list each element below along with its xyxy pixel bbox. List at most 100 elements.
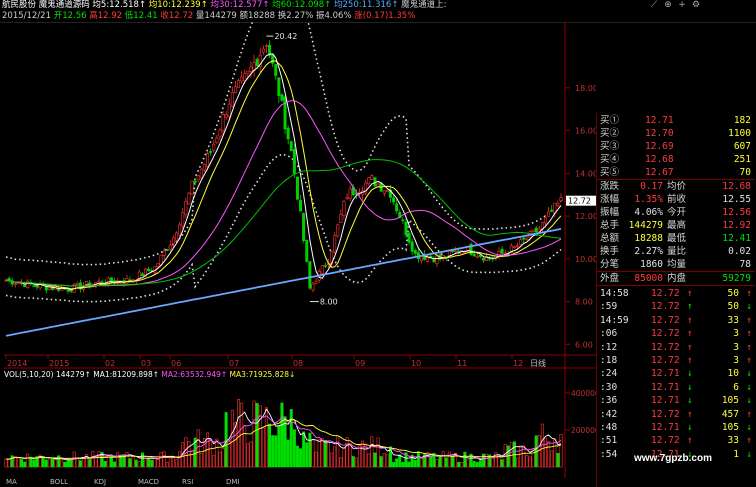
tick-row: :24 12.71 ↓ 10 ↓ (597, 367, 755, 380)
volume-bar (178, 451, 182, 468)
bid-price: 12.68 (645, 154, 674, 165)
tick-price: 12.72 (651, 408, 680, 420)
zoom-tool-icon[interactable]: ⊕ (662, 0, 674, 10)
tick-volume: 3 (733, 355, 739, 366)
candle-body (215, 137, 219, 143)
candle-body (209, 151, 213, 153)
candle-body (550, 209, 554, 212)
tick-price: 12.71 (651, 422, 680, 433)
volume-bar (246, 443, 250, 468)
volume-bar (379, 456, 383, 468)
volume-bar (308, 432, 312, 468)
indicator-tab-rsi[interactable]: RSI (182, 478, 193, 487)
stat-label: 前收 (667, 194, 687, 205)
indicator-tab-ma[interactable]: MA (6, 478, 17, 487)
stat-label: 均量 (667, 259, 687, 270)
tick-price: 12.71 (651, 381, 680, 393)
volume-bar (525, 455, 529, 468)
stat-row: 涨跌 0.17 均价 12.68 (597, 180, 755, 193)
volume-bar (382, 452, 386, 468)
volume-bar (125, 452, 129, 468)
x-axis-label: 2015 (49, 359, 69, 368)
x-axis-label: 08 (293, 359, 303, 368)
volume-bar (519, 445, 523, 468)
volume-bar (199, 453, 203, 468)
tick-time: 14:58 (600, 288, 629, 299)
draw-tool-icon[interactable]: ⟋ (648, 0, 660, 10)
volume-bar (543, 437, 547, 468)
indicator-tab-kdj[interactable]: KDJ (94, 478, 106, 487)
volume-bar (373, 452, 377, 468)
tick-side-icon: ↓ (746, 301, 752, 313)
candle-body (206, 153, 210, 167)
bid-level-row: 买⑤ 12.67 70 (597, 166, 755, 179)
stat-label: 分笔 (600, 259, 620, 270)
volume-bar (556, 452, 560, 468)
tick-side-icon: ↓ (746, 422, 752, 433)
volume-bar (91, 451, 95, 468)
stat-label: 最高 (667, 220, 687, 231)
tick-direction-icon: ↓ (687, 395, 693, 407)
tick-volume: 3 (733, 328, 739, 340)
kline-chart[interactable]: 18.00 16.00 14.00 12.00 10.00 8.00 6.00 12.72 20… (0, 22, 596, 478)
volume-bar (4, 458, 8, 468)
ma-value-0: 均5:12.518↑ (92, 0, 149, 10)
volume-bar (268, 423, 272, 468)
ma-value-3: 均60:12.098↑ (272, 0, 334, 10)
candle-body (202, 163, 206, 171)
bid-volume: 251 (733, 154, 751, 165)
candle-body (333, 235, 337, 253)
stat-value: 78 (739, 259, 751, 270)
tick-row: 14:58 12.72 ↑ 50 ↑ (597, 287, 755, 300)
volume-bar (227, 440, 231, 468)
ma-value-2: 均30:12.577↑ (210, 0, 273, 10)
volume-bar (435, 459, 439, 468)
tick-row: :18 12.72 ↑ 3 ↑ (597, 354, 755, 367)
candle-body (97, 280, 101, 283)
candle-body (305, 239, 309, 262)
stat-label: 总额 (600, 233, 620, 244)
volume-bar (144, 459, 148, 468)
volume-bar (395, 458, 399, 468)
volume-bar (500, 459, 504, 468)
candle-body (543, 217, 547, 224)
candle-body (348, 188, 352, 199)
site-watermark: www.7gpzb.com (634, 453, 712, 464)
volume-bar (150, 460, 154, 468)
indicator-tab-boll[interactable]: BOLL (50, 478, 68, 487)
volume-bar (330, 452, 334, 468)
bid-price: 12.67 (645, 167, 674, 178)
settings-tool-icon[interactable]: ⚙ (690, 0, 702, 10)
volume-bar (506, 445, 510, 468)
candle-body (178, 224, 182, 236)
tick-volume: 3 (733, 341, 739, 353)
candle-body (187, 192, 191, 205)
volume-bar (289, 409, 293, 468)
candle-body (227, 103, 231, 117)
ohlc-field-6: 额18288 (239, 11, 278, 21)
x-axis-label: 06 (171, 359, 181, 368)
volume-bar (41, 456, 45, 468)
volume-bar (54, 459, 58, 468)
candle-body (190, 180, 194, 195)
volume-bar (277, 425, 281, 468)
candle-body (233, 86, 237, 94)
indicator-tab-dmi[interactable]: DMI (226, 478, 240, 487)
tick-row: :48 12.71 ↓ 105 ↓ (597, 421, 755, 434)
tick-direction-icon: ↓ (687, 422, 693, 433)
tick-row: :51 12.72 ↑ 33 ↑ (597, 434, 755, 447)
volume-bar (326, 440, 330, 468)
cross-tool-icon[interactable]: + (676, 0, 688, 10)
tick-side-icon: ↑ (746, 341, 752, 353)
stat-label: 涨幅 (600, 194, 620, 205)
indicator-tab-macd[interactable]: MACD (138, 478, 159, 487)
tick-time: :59 (600, 301, 618, 313)
tick-direction-icon: ↑ (687, 341, 693, 353)
stat-row: 分笔 1860 均量 78 (597, 258, 755, 271)
volume-bar (63, 461, 67, 468)
candle-body (184, 201, 188, 215)
tick-side-icon: ↑ (746, 355, 752, 366)
volume-bar (537, 435, 541, 468)
candle-body (249, 66, 253, 72)
candle-body (159, 254, 163, 266)
